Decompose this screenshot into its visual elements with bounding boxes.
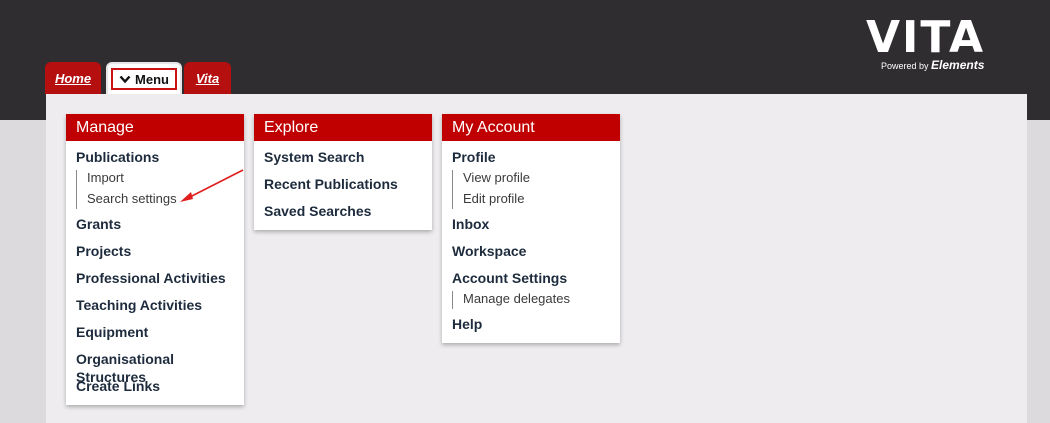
powered-by-prefix: Powered by <box>881 61 929 71</box>
my-account-heading: My Account <box>442 114 620 141</box>
menu-item-teaching-activities[interactable]: Teaching Activities <box>76 296 244 323</box>
menu-item-organisational-structures[interactable]: Organisational Structures <box>76 350 244 385</box>
explore-card: Explore System Search Recent Publication… <box>254 114 432 230</box>
menu-item-inbox[interactable]: Inbox <box>452 215 620 242</box>
manage-card: Manage Publications Import Search settin… <box>66 114 244 405</box>
tab-home[interactable]: Home <box>45 62 101 94</box>
menu-item-grants[interactable]: Grants <box>76 215 244 242</box>
menu-item-view-profile[interactable]: View profile <box>463 170 620 191</box>
menu-item-equipment[interactable]: Equipment <box>76 323 244 350</box>
tab-vita[interactable]: Vita <box>184 62 231 94</box>
menu-item-edit-profile[interactable]: Edit profile <box>463 191 620 209</box>
menu-item-professional-activities[interactable]: Professional Activities <box>76 269 244 296</box>
vita-logo[interactable]: VITA Powered by Elements <box>866 14 996 74</box>
annotation-arrow-icon <box>180 169 244 202</box>
menu-item-projects[interactable]: Projects <box>76 242 244 269</box>
menu-highlight[interactable]: Menu <box>111 68 177 90</box>
menu-item-create-links[interactable]: Create Links <box>76 377 244 397</box>
menu-item-recent-publications[interactable]: Recent Publications <box>264 175 432 202</box>
chevron-down-icon <box>119 75 131 83</box>
menu-item-help[interactable]: Help <box>452 315 620 335</box>
menu-item-workspace[interactable]: Workspace <box>452 242 620 269</box>
logo-text: VITA <box>866 12 986 63</box>
menu-item-saved-searches[interactable]: Saved Searches <box>264 202 432 222</box>
menu-item-manage-delegates[interactable]: Manage delegates <box>463 291 620 309</box>
menu-item-system-search[interactable]: System Search <box>264 148 432 175</box>
profile-submenu: View profile Edit profile <box>452 170 620 209</box>
powered-by: Powered by Elements <box>881 58 984 72</box>
account-settings-submenu: Manage delegates <box>452 291 620 309</box>
powered-by-name: Elements <box>931 58 985 72</box>
tab-menu[interactable]: Menu <box>106 62 182 94</box>
explore-heading: Explore <box>254 114 432 141</box>
manage-heading: Manage <box>66 114 244 141</box>
menu-label: Menu <box>135 71 169 87</box>
my-account-card: My Account Profile View profile Edit pro… <box>442 114 620 343</box>
